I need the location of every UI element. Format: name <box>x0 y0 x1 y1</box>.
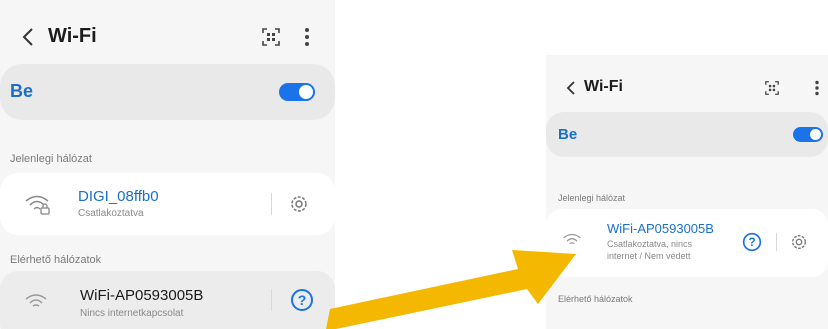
page-title: Wi-Fi <box>584 78 623 95</box>
available-network-status: Nincs internetkapcsolat <box>80 308 184 319</box>
current-network-section-label: Jelenlegi hálózat <box>10 153 92 165</box>
toggle-knob <box>810 129 821 140</box>
svg-text:?: ? <box>298 292 307 308</box>
available-network-row[interactable]: WiFi-AP0593005B Nincs internetkapcsolat … <box>0 271 335 329</box>
gear-icon[interactable] <box>790 233 808 251</box>
divider <box>776 233 777 251</box>
help-icon[interactable]: ? <box>742 232 762 252</box>
back-chevron-icon[interactable] <box>566 80 576 96</box>
arrow-icon <box>326 250 576 329</box>
wifi-toggle-row[interactable]: Be <box>546 112 828 157</box>
available-networks-section-label: Elérhető hálózatok <box>10 254 102 266</box>
back-chevron-icon[interactable] <box>22 27 34 47</box>
toggle-knob <box>299 85 313 99</box>
left-wifi-screen: Wi-Fi Be Jelenlegi hálózat DIGI_08ffb0 C… <box>0 0 335 329</box>
current-network-status-line1: Csatlakoztatva, nincs <box>607 239 693 249</box>
current-network-status: Csatlakoztatva <box>78 208 144 219</box>
more-vert-icon[interactable] <box>304 27 310 47</box>
toggle-label: Be <box>10 81 34 101</box>
qr-scan-icon[interactable] <box>262 28 280 46</box>
wifi-icon <box>563 233 581 245</box>
current-network-row[interactable]: DIGI_08ffb0 Csatlakoztatva <box>0 173 335 235</box>
more-vert-icon[interactable] <box>814 80 820 96</box>
gear-icon[interactable] <box>289 194 309 214</box>
wifi-toggle-switch[interactable] <box>279 83 315 101</box>
wifi-lock-icon <box>25 195 50 215</box>
right-wifi-screen: Wi-Fi Be Jelenlegi hálózat WiFi-AP059300… <box>546 55 828 329</box>
page-title: Wi-Fi <box>48 25 97 47</box>
current-network-row[interactable]: WiFi-AP0593005B Csatlakoztatva, nincs in… <box>546 209 828 277</box>
current-network-ssid: DIGI_08ffb0 <box>78 188 159 205</box>
svg-text:?: ? <box>748 236 755 249</box>
qr-scan-icon[interactable] <box>765 81 779 95</box>
current-network-section-label: Jelenlegi hálózat <box>558 193 626 203</box>
current-network-status-line2: internet / Nem védett <box>607 251 691 261</box>
wifi-toggle-switch[interactable] <box>793 127 823 142</box>
divider <box>271 289 272 311</box>
divider <box>271 193 272 215</box>
current-network-ssid: WiFi-AP0593005B <box>607 221 714 236</box>
wifi-toggle-row[interactable]: Be <box>0 64 335 120</box>
available-network-ssid: WiFi-AP0593005B <box>80 287 204 304</box>
wifi-icon <box>25 294 47 307</box>
help-icon[interactable]: ? <box>290 288 314 312</box>
toggle-label: Be <box>558 126 578 143</box>
